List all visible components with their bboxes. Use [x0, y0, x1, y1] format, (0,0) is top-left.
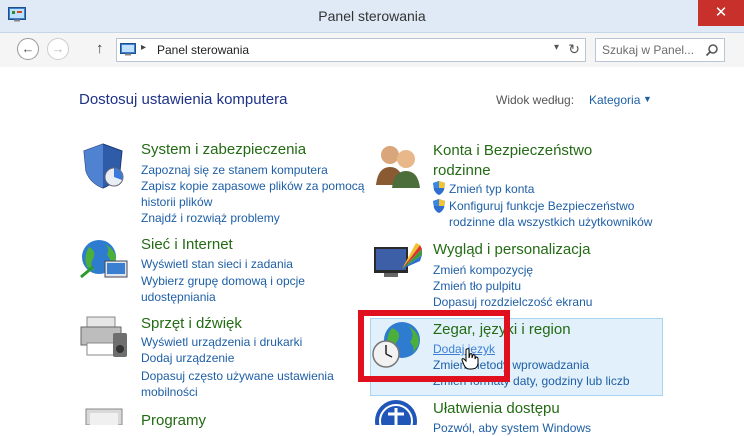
- search-input[interactable]: Szukaj w Panel...: [595, 38, 725, 62]
- link-troubleshoot[interactable]: Znajdź i rozwiąż problemy: [141, 210, 280, 226]
- link-add-device[interactable]: Dodaj urządzenie: [141, 350, 234, 366]
- network-globe-icon: [80, 240, 128, 279]
- control-panel-icon: [120, 43, 136, 56]
- category-user-accounts[interactable]: Konta i Bezpieczeństwo rodzinne: [433, 141, 633, 181]
- link-homegroup[interactable]: Wybierz grupę domową i opcje udostępnian…: [141, 273, 341, 305]
- uac-shield-icon: [433, 181, 445, 195]
- breadcrumb[interactable]: Panel sterowania: [157, 43, 249, 57]
- category-programs[interactable]: Programy: [141, 412, 206, 429]
- chevron-down-icon[interactable]: ▾: [554, 42, 559, 53]
- link-screen-resolution[interactable]: Dopasuj rozdzielczość ekranu: [433, 294, 592, 310]
- link-change-theme[interactable]: Zmień kompozycję: [433, 262, 533, 278]
- category-appearance[interactable]: Wygląd i personalizacja: [433, 241, 590, 258]
- uac-shield-icon: [433, 199, 445, 213]
- appearance-icon: [374, 243, 422, 277]
- link-network-status[interactable]: Wyświetl stan sieci i zadania: [141, 256, 293, 272]
- hardware-sound-icon: [80, 316, 127, 357]
- link-devices-printers[interactable]: Wyświetl urządzenia i drukarki: [141, 334, 302, 350]
- window-title: Panel sterowania: [318, 8, 426, 24]
- programs-icon: [85, 408, 123, 425]
- link-check-computer-status[interactable]: Zapoznaj się ze stanem komputera: [141, 162, 328, 178]
- red-annotation-box: [358, 310, 510, 382]
- close-button[interactable]: ✕: [698, 0, 744, 26]
- link-change-wallpaper[interactable]: Zmień tło pulpitu: [433, 278, 521, 294]
- refresh-button[interactable]: ↻: [568, 41, 580, 58]
- link-change-account-type[interactable]: Zmień typ konta: [449, 181, 534, 197]
- search-placeholder: Szukaj w Panel...: [602, 43, 695, 57]
- category-system-security[interactable]: System i zabezpieczenia: [141, 141, 306, 158]
- link-mobility-settings[interactable]: Dopasuj często używane ustawienia mobiln…: [141, 368, 341, 400]
- page-title: Dostosuj ustawienia komputera: [79, 91, 288, 108]
- up-button[interactable]: ↑: [96, 40, 104, 57]
- category-hardware-sound[interactable]: Sprzęt i dźwięk: [141, 315, 242, 332]
- view-by-dropdown[interactable]: Kategoria: [589, 93, 640, 107]
- user-accounts-icon: [376, 146, 420, 188]
- hand-cursor-icon: [461, 348, 479, 370]
- link-family-safety[interactable]: Konfiguruj funkcje Bezpieczeństwo rodzin…: [449, 198, 664, 230]
- link-file-history-backup[interactable]: Zapisz kopie zapasowe plików za pomocą h…: [141, 178, 366, 210]
- ease-of-access-icon: [375, 400, 417, 425]
- search-icon[interactable]: [705, 43, 719, 57]
- chevron-down-icon[interactable]: ▼: [643, 94, 652, 104]
- back-button[interactable]: ←: [17, 38, 39, 60]
- category-network-internet[interactable]: Sieć i Internet: [141, 236, 233, 253]
- chevron-right-icon[interactable]: ▸: [141, 42, 146, 53]
- address-bar[interactable]: ▸ Panel sterowania ▾ ↻: [116, 38, 586, 62]
- link-ease-of-access[interactable]: Pozwól, aby system Windows: [433, 420, 591, 436]
- title-bar: Panel sterowania ✕: [0, 0, 744, 33]
- security-shield-icon: [83, 143, 124, 189]
- category-ease-of-access[interactable]: Ułatwienia dostępu: [433, 400, 560, 417]
- navigation-bar: ← → ↑ ▸ Panel sterowania ▾ ↻ Szukaj w Pa…: [0, 33, 744, 67]
- view-by-label: Widok według:: [496, 93, 575, 107]
- forward-button[interactable]: →: [47, 38, 69, 60]
